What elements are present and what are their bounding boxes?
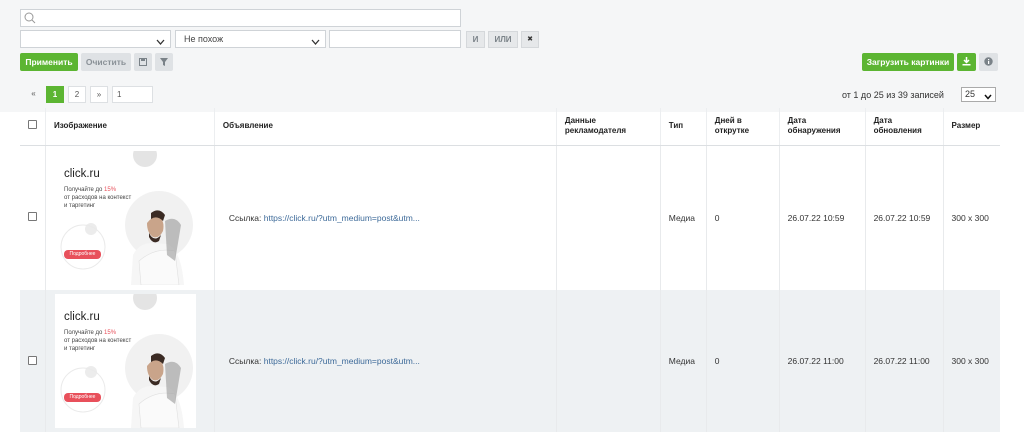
ad-cell: Ссылка: https://click.ru/?utm_medium=pos… <box>214 290 557 432</box>
filter-icon <box>160 58 168 66</box>
per-page-select[interactable]: 25 <box>961 87 996 102</box>
banner-text-line2: от расходов на контекст <box>64 194 132 201</box>
next-page-button[interactable]: » <box>90 86 108 103</box>
size-cell: 300 x 300 <box>943 145 1000 290</box>
banner-cta-button: Подробнее <box>64 393 101 402</box>
col-size[interactable]: Размер <box>943 108 1000 146</box>
info-button[interactable] <box>979 53 998 71</box>
select-all-checkbox[interactable] <box>28 120 37 130</box>
search-input[interactable] <box>20 9 461 27</box>
updated-date-cell: 26.07.22 11:00 <box>865 290 944 432</box>
link-prefix: Ссылка: <box>228 356 262 366</box>
days-cell: 0 <box>706 145 780 290</box>
ad-cell: Ссылка: https://click.ru/?utm_medium=pos… <box>214 145 557 290</box>
banner-text: Получайте до 15% от расходов на контекст… <box>64 329 131 353</box>
col-updated[interactable]: Дата обновления <box>865 108 944 146</box>
page-1-button[interactable]: 1 <box>46 86 64 103</box>
updated-date-cell: 26.07.22 10:59 <box>865 145 944 290</box>
records-info: от 1 до 25 из 39 записей <box>842 90 944 100</box>
days-cell: 0 <box>706 290 780 432</box>
col-advertiser[interactable]: Данные рекламодателя <box>556 108 661 146</box>
banner-thumbnail[interactable]: click.ru Получайте до 15% от расходов на… <box>55 150 196 285</box>
table-row: click.ru Получайте до 15% от расходов на… <box>20 145 1000 290</box>
download-button[interactable] <box>957 53 976 71</box>
banner-highlight: 15% <box>104 330 117 336</box>
col-type[interactable]: Тип <box>660 108 707 146</box>
banner-brand: click.ru <box>64 167 100 180</box>
row-select-cell <box>20 145 46 290</box>
image-cell: click.ru Получайте до 15% от расходов на… <box>45 145 215 290</box>
apply-button[interactable]: Применить <box>20 53 78 71</box>
banner-brand: click.ru <box>64 311 100 323</box>
goto-page-input[interactable]: 1 <box>112 86 153 103</box>
col-found[interactable]: Дата обнаружения <box>779 108 866 146</box>
link-prefix: Ссылка: <box>228 212 262 223</box>
banner-highlight: 15% <box>104 186 117 193</box>
save-button[interactable] <box>134 53 152 71</box>
and-button[interactable]: И <box>466 31 485 48</box>
banner-text-line1: Получайте до <box>64 330 105 336</box>
row-select-cell <box>20 290 46 432</box>
condition-select[interactable]: Не похож <box>175 30 326 48</box>
table-row: click.ru Получайте до 15% от расходов на… <box>20 290 1000 432</box>
type-cell: Медиа <box>660 290 707 432</box>
clear-button[interactable]: Очистить <box>81 53 131 71</box>
search-icon <box>24 12 36 26</box>
col-image[interactable]: Изображение <box>45 108 215 146</box>
filter-button[interactable] <box>155 53 173 71</box>
save-icon <box>139 58 147 66</box>
advertiser-cell <box>556 145 661 290</box>
select-all-cell <box>20 108 46 146</box>
condition-select-value: Не похож <box>184 34 224 44</box>
found-date-cell: 26.07.22 11:00 <box>779 290 866 432</box>
chevron-down-icon <box>311 35 320 51</box>
image-cell: click.ru Получайте до 15% от расходов на… <box>45 290 215 432</box>
banner-text-line2: от расходов на контекст <box>64 338 132 344</box>
type-cell: Медиа <box>660 145 707 290</box>
col-ad[interactable]: Объявление <box>214 108 557 146</box>
field-select[interactable] <box>20 30 171 48</box>
ad-link[interactable]: https://click.ru/?utm_medium=post&utm... <box>264 213 420 223</box>
banner-cta-button: Подробнее <box>64 249 101 259</box>
page-2-button[interactable]: 2 <box>68 86 86 103</box>
or-button[interactable]: ИЛИ <box>488 31 518 48</box>
advertiser-cell <box>556 290 661 432</box>
row-checkbox[interactable] <box>28 212 37 222</box>
banner-text: Получайте до 15% от расходов на контекст… <box>64 186 131 210</box>
load-images-button[interactable]: Загрузить картинки <box>862 53 954 71</box>
chevron-down-icon <box>984 91 992 104</box>
prev-page-button[interactable]: « <box>25 86 42 103</box>
size-cell: 300 x 300 <box>943 290 1000 432</box>
banner-text-line3: и таргетинг <box>64 346 96 352</box>
row-checkbox[interactable] <box>28 355 37 365</box>
filter-toolbar: Не похож И ИЛИ ✖ Применить Очистить Загр… <box>0 0 1024 112</box>
info-icon <box>984 57 993 66</box>
banner-text-line1: Получайте до <box>64 186 105 193</box>
banner-text-line3: и таргетинг <box>64 202 96 209</box>
chevron-down-icon <box>156 35 165 51</box>
banner-thumbnail[interactable]: click.ru Получайте до 15% от расходов на… <box>55 294 196 428</box>
col-days[interactable]: Дней в открутке <box>706 108 780 146</box>
table-header-row: Изображение Объявление Данные рекламодат… <box>20 108 1000 146</box>
per-page-value: 25 <box>965 89 976 99</box>
remove-filter-button[interactable]: ✖ <box>521 31 539 48</box>
filter-value-input[interactable] <box>329 30 461 48</box>
found-date-cell: 26.07.22 10:59 <box>779 145 866 290</box>
ads-table: Изображение Объявление Данные рекламодат… <box>20 108 1000 432</box>
ad-link[interactable]: https://click.ru/?utm_medium=post&utm... <box>264 356 420 366</box>
download-icon <box>962 57 971 66</box>
